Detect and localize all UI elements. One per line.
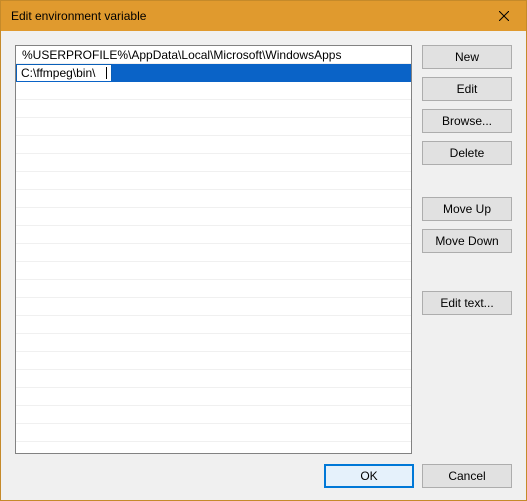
bottom-buttons: OK Cancel bbox=[15, 454, 512, 488]
list-row[interactable] bbox=[16, 280, 411, 298]
move-up-button[interactable]: Move Up bbox=[422, 197, 512, 221]
cancel-button[interactable]: Cancel bbox=[422, 464, 512, 488]
list-row[interactable] bbox=[16, 226, 411, 244]
dialog-window: Edit environment variable %USERPROFILE%\… bbox=[0, 0, 527, 501]
new-button[interactable]: New bbox=[422, 45, 512, 69]
inline-edit[interactable] bbox=[16, 64, 112, 82]
path-input[interactable] bbox=[21, 64, 106, 82]
list-row[interactable] bbox=[16, 370, 411, 388]
ok-button[interactable]: OK bbox=[324, 464, 414, 488]
list-row[interactable] bbox=[16, 298, 411, 316]
list-row[interactable] bbox=[16, 388, 411, 406]
list-row[interactable] bbox=[16, 352, 411, 370]
list-row[interactable] bbox=[16, 190, 411, 208]
list-row[interactable] bbox=[16, 406, 411, 424]
text-caret bbox=[106, 67, 107, 79]
list-row[interactable] bbox=[16, 262, 411, 280]
move-down-button[interactable]: Move Down bbox=[422, 229, 512, 253]
side-buttons: New Edit Browse... Delete Move Up Move D… bbox=[422, 45, 512, 454]
list-row[interactable] bbox=[16, 100, 411, 118]
list-row[interactable] bbox=[16, 154, 411, 172]
list-row[interactable] bbox=[16, 64, 411, 82]
list-row[interactable]: %USERPROFILE%\AppData\Local\Microsoft\Wi… bbox=[16, 46, 411, 64]
list-row[interactable] bbox=[16, 118, 411, 136]
window-title: Edit environment variable bbox=[11, 9, 481, 23]
close-icon bbox=[499, 11, 509, 21]
list-row[interactable] bbox=[16, 172, 411, 190]
edit-text-button[interactable]: Edit text... bbox=[422, 291, 512, 315]
list-row[interactable] bbox=[16, 82, 411, 100]
browse-button[interactable]: Browse... bbox=[422, 109, 512, 133]
delete-button[interactable]: Delete bbox=[422, 141, 512, 165]
list-row[interactable] bbox=[16, 424, 411, 442]
list-row[interactable] bbox=[16, 208, 411, 226]
list-row[interactable] bbox=[16, 136, 411, 154]
client-area: %USERPROFILE%\AppData\Local\Microsoft\Wi… bbox=[1, 31, 526, 500]
close-button[interactable] bbox=[481, 1, 526, 31]
main-row: %USERPROFILE%\AppData\Local\Microsoft\Wi… bbox=[15, 45, 512, 454]
list-row[interactable] bbox=[16, 244, 411, 262]
title-bar[interactable]: Edit environment variable bbox=[1, 1, 526, 31]
edit-button[interactable]: Edit bbox=[422, 77, 512, 101]
list-row[interactable] bbox=[16, 334, 411, 352]
path-listbox[interactable]: %USERPROFILE%\AppData\Local\Microsoft\Wi… bbox=[15, 45, 412, 454]
list-row[interactable] bbox=[16, 316, 411, 334]
